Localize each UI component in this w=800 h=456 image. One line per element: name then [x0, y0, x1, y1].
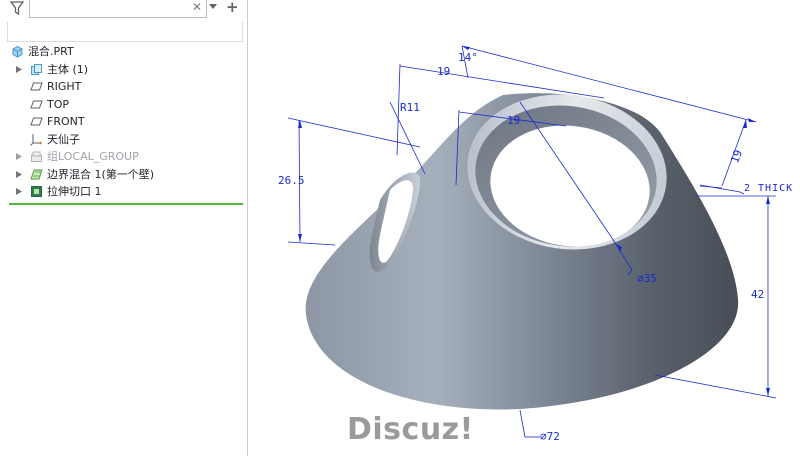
tree-item-body[interactable]: 主体 (1)	[0, 61, 248, 79]
tree-insert-indicator	[9, 203, 243, 205]
body-icon	[31, 63, 42, 75]
dim-angle[interactable]: 14°	[458, 51, 478, 64]
model-tree-panel: ✕ + 混合.PRT 主体 (1) RIGHT TOP FRONT 天仙子 组L…	[0, 0, 248, 456]
tree-item-label: FRONT	[47, 115, 85, 128]
tree-item-top[interactable]: TOP	[0, 96, 248, 114]
datum-plane-icon	[30, 100, 43, 108]
tree-item-label: 天仙子	[47, 132, 80, 146]
filter-icon[interactable]	[9, 0, 25, 16]
add-icon[interactable]: +	[226, 0, 239, 15]
tree-root-label: 混合.PRT	[28, 45, 74, 58]
tree-search-input[interactable]: ✕	[29, 0, 207, 18]
tree-item-right[interactable]: RIGHT	[0, 78, 248, 96]
dim-dia-72[interactable]: ⌀72	[540, 430, 560, 443]
dim-26-5[interactable]: 26.5	[278, 174, 305, 187]
expand-arrow-icon[interactable]	[16, 170, 22, 178]
part-icon	[12, 45, 23, 58]
expand-arrow-icon[interactable]	[16, 188, 22, 195]
dim-dia-35[interactable]: ⌀35	[637, 272, 657, 285]
group-icon	[31, 151, 42, 162]
model-view[interactable]	[248, 0, 800, 456]
tree-item-csys[interactable]: 天仙子	[0, 131, 248, 149]
tree-item-label: 主体 (1)	[47, 62, 89, 76]
tree-item-label: TOP	[47, 97, 70, 111]
chevron-down-icon[interactable]	[209, 4, 217, 10]
tree-item-boundary-blend[interactable]: 边界混合 1(第一个壁)	[0, 166, 248, 184]
coordinate-system-icon	[30, 133, 43, 146]
tree-item-label: RIGHT	[47, 80, 82, 93]
tree-header-row	[7, 22, 243, 42]
tree-item-label: 拉伸切口 1	[47, 185, 102, 198]
tree-filter-bar: ✕ +	[0, 0, 248, 20]
expand-arrow-icon[interactable]	[16, 65, 22, 73]
tree-root[interactable]: 混合.PRT	[0, 43, 248, 61]
tree-item-label: 组LOCAL_GROUP	[47, 150, 139, 163]
datum-plane-icon	[30, 117, 43, 126]
model-tree: 混合.PRT 主体 (1) RIGHT TOP FRONT 天仙子 组LOCAL…	[0, 43, 248, 201]
extrude-cut-icon	[31, 186, 42, 197]
tree-item-extrude-cut[interactable]: 拉伸切口 1	[0, 183, 248, 201]
boundary-blend-icon	[30, 169, 43, 179]
dim-19-top[interactable]: 19	[437, 65, 450, 78]
graphics-viewport[interactable]	[248, 0, 800, 456]
dim-r11[interactable]: R11	[400, 101, 420, 114]
tree-item-label: 边界混合 1(第一个壁)	[47, 167, 155, 181]
tree-item-local-group[interactable]: 组LOCAL_GROUP	[0, 148, 248, 166]
datum-plane-icon	[30, 82, 43, 91]
dim-thick[interactable]: 2 THICK	[744, 183, 793, 194]
tree-item-front[interactable]: FRONT	[0, 113, 248, 131]
dim-42[interactable]: 42	[751, 288, 764, 301]
expand-arrow-icon[interactable]	[16, 153, 22, 160]
watermark-text: Discuz!	[347, 412, 474, 447]
clear-search-icon[interactable]: ✕	[192, 0, 202, 14]
dim-19-inner[interactable]: 19	[507, 114, 520, 127]
